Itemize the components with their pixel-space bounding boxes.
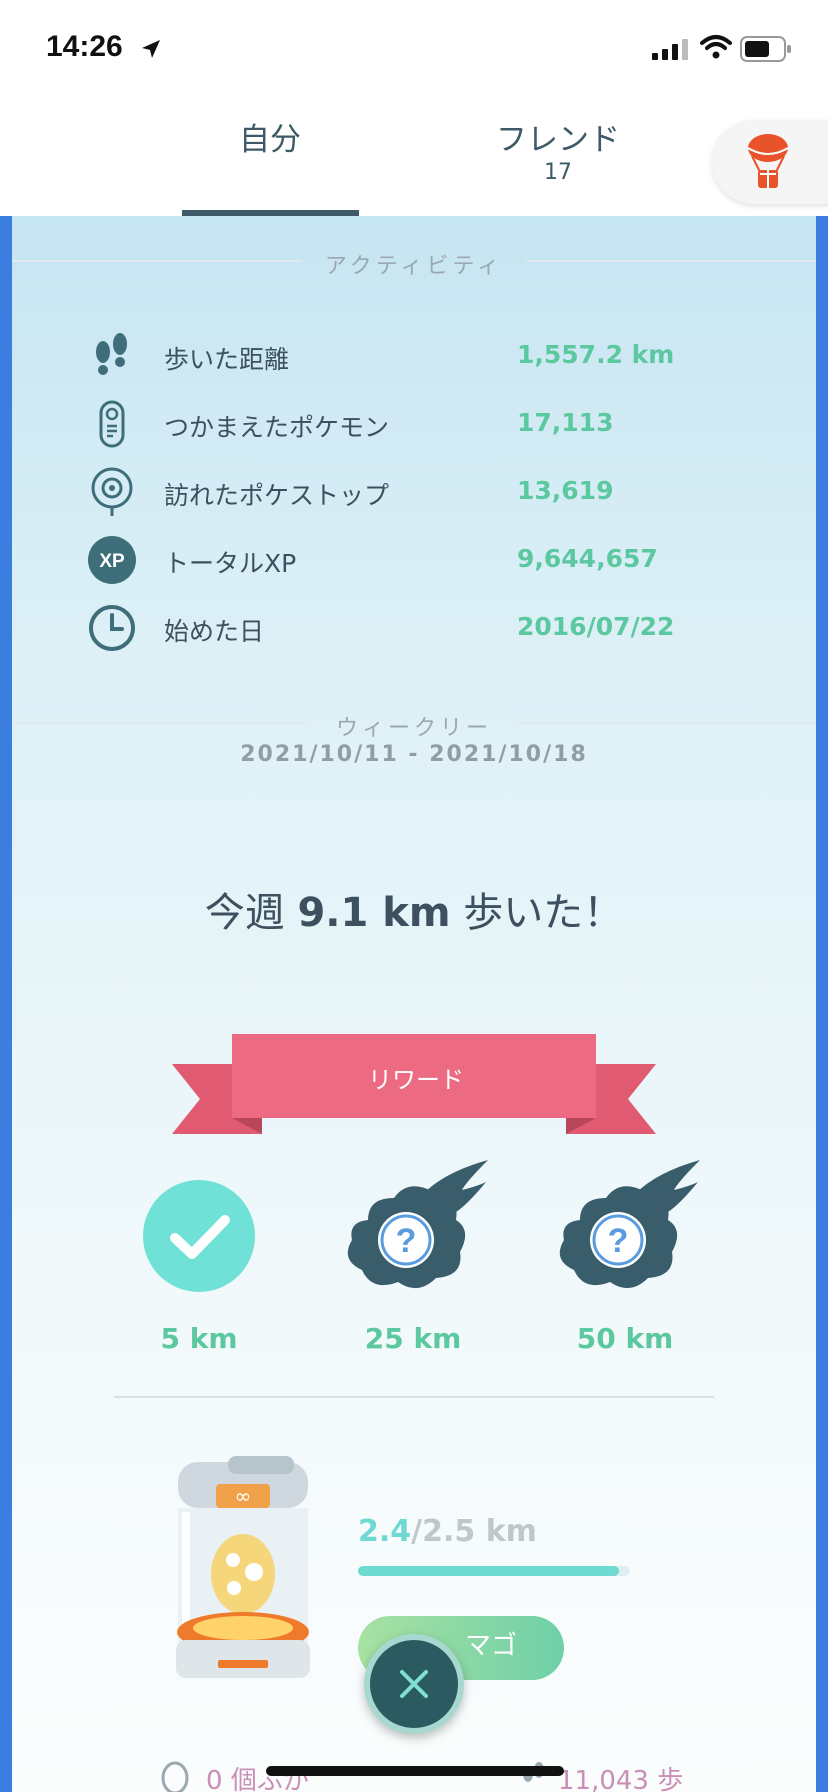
home-indicator (266, 1766, 564, 1776)
svg-text:XP: XP (99, 551, 125, 572)
wifi-icon (700, 35, 732, 59)
reward-label: 50 km (576, 1322, 674, 1355)
stat-row-distance: 歩いた距離 1,557.2 km (12, 330, 816, 390)
stat-value: 13,619 (517, 476, 614, 505)
mystery-reward-icon: ? (559, 1160, 700, 1289)
stat-label: 訪れたポケストップ (164, 481, 390, 510)
clock-icon (89, 605, 135, 651)
gift-balloon-button[interactable] (712, 120, 828, 204)
friends-count: 17 (544, 160, 572, 185)
svg-text:?: ? (608, 1222, 629, 1260)
reward-item-5km[interactable] (114, 1176, 284, 1296)
reward-item-25km[interactable]: ? (328, 1160, 498, 1296)
stat-label: つかまえたポケモン (164, 413, 390, 442)
status-bar: 14:26 (0, 0, 828, 100)
reward-label: 5 km (160, 1322, 238, 1355)
egg-progress-current: 2.4 (358, 1514, 412, 1549)
svg-text:?: ? (396, 1222, 417, 1260)
egg-progress-text: 2.4/2.5 km (358, 1514, 537, 1549)
section-divider (114, 1396, 714, 1398)
stat-value: 2016/07/22 (517, 612, 675, 641)
stat-label: 歩いた距離 (164, 345, 290, 374)
stat-value: 1,557.2 km (517, 340, 675, 369)
egg-progress-bar (358, 1566, 630, 1576)
battery-icon (740, 36, 791, 62)
checkmark-icon (143, 1180, 255, 1292)
stat-value: 9,644,657 (517, 544, 658, 573)
weekly-divider-right (518, 722, 816, 724)
stat-row-caught: つかまえたポケモン 17,113 (12, 398, 816, 458)
stat-label: トータルXP (164, 549, 297, 578)
pokestop-icon (91, 467, 133, 516)
stat-label: 始めた日 (164, 617, 265, 646)
headline-suffix: 歩いた！ (450, 890, 624, 936)
balloon-icon (747, 134, 789, 188)
mystery-reward-icon: ? (347, 1160, 488, 1289)
profile-tabs: 自分 フレンド 17 (0, 100, 828, 216)
stat-row-xp: XP トータルXP 9,644,657 (12, 534, 816, 594)
weekly-distance-headline: 今週 9.1 km 歩いた！ (12, 880, 816, 938)
footprints-icon (96, 333, 127, 375)
pokedex-icon (99, 400, 125, 448)
weekly-date-range: 2021/10/11 - 2021/10/18 (240, 742, 588, 767)
reward-item-50km[interactable]: ? (540, 1160, 710, 1296)
eggs-hatched-text: 0 個ふか (206, 1766, 309, 1792)
headline-prefix: 今週 (204, 890, 298, 936)
egg-count-icon (161, 1761, 189, 1792)
xp-icon: XP (88, 536, 136, 584)
close-icon (400, 1670, 428, 1698)
tab-self[interactable]: 自分 (182, 114, 358, 159)
profile-panel: アクティビティ 歩いた距離 1,557.2 km つかまえたポケモン 17,11… (0, 216, 828, 1792)
egg-progress-fill (358, 1566, 620, 1576)
egg-incubator-icon[interactable]: ∞ (168, 1454, 318, 1686)
close-button[interactable] (364, 1634, 464, 1734)
weekly-header: ウィークリー (335, 716, 492, 741)
activity-divider-right (526, 260, 816, 262)
stat-row-start-date: 始めた日 2016/07/22 (12, 602, 816, 662)
stat-value: 17,113 (517, 408, 614, 437)
steps-icon (523, 1762, 544, 1782)
rewards-ribbon-label: リワード (368, 1066, 464, 1094)
reward-label: 25 km (364, 1322, 462, 1355)
steps-count-text: 11,043 歩 (558, 1766, 684, 1792)
stat-row-pokestops: 訪れたポケストップ 13,619 (12, 466, 816, 526)
egg-progress-total: /2.5 km (411, 1514, 537, 1549)
tab-friends[interactable]: フレンド (470, 114, 646, 159)
svg-text:∞: ∞ (235, 1484, 252, 1508)
status-time: 14:26 (46, 30, 123, 63)
location-arrow-icon (142, 40, 160, 58)
cellular-signal-icon (652, 39, 688, 60)
headline-distance: 9.1 km (297, 890, 451, 936)
activity-header: アクティビティ (324, 254, 504, 279)
